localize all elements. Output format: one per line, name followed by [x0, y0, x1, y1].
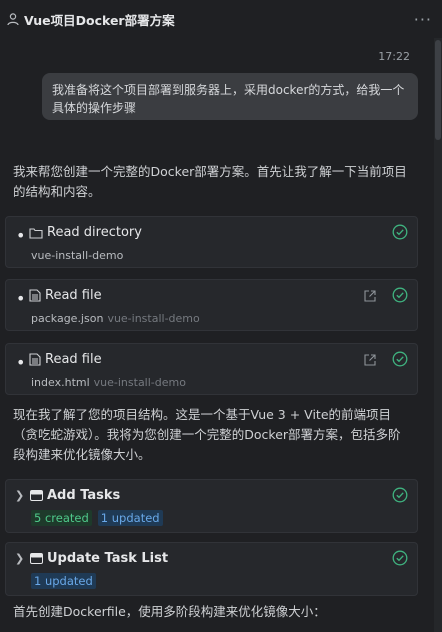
check-circle-icon — [392, 550, 408, 566]
more-options-button[interactable]: ··· — [414, 10, 432, 29]
tool-file: package.json — [31, 312, 104, 325]
scrollbar-thumb[interactable] — [435, 40, 441, 140]
tool-label: Read directory — [47, 225, 142, 240]
check-circle-icon — [392, 487, 408, 503]
bullet: • — [16, 226, 26, 245]
task-label: Add Tasks — [47, 488, 121, 503]
file-icon — [29, 289, 41, 302]
tool-target: index.html vue-install-demo — [31, 376, 186, 389]
chevron-right-icon[interactable]: ❯ — [15, 552, 24, 565]
tasks-icon — [30, 490, 43, 501]
tool-dir: vue-install-demo — [93, 376, 186, 389]
task-badges: 5 created 1 updated — [31, 510, 163, 526]
tool-label: Read file — [45, 352, 102, 367]
assistant-footer: 首先创建Dockerfile，使用多阶段构建来优化镜像大小： — [13, 604, 326, 619]
folder-icon — [29, 227, 43, 239]
open-external-icon[interactable] — [363, 353, 377, 367]
conversation-title: Vue项目Docker部署方案 — [24, 12, 175, 28]
created-badge: 5 created — [31, 510, 92, 526]
chevron-right-icon[interactable]: ❯ — [15, 489, 24, 502]
assistant-intro: 我来帮您创建一个完整的Docker部署方案。首先让我了解一下当前项目的结构和内容… — [13, 164, 407, 199]
tool-dir: vue-install-demo — [107, 312, 200, 325]
tool-label: Read file — [45, 288, 102, 303]
file-icon — [29, 353, 41, 366]
user-message: 我准备将这个项目部署到服务器上，采用docker的方式，给我一个具体的操作步骤 — [42, 73, 418, 120]
tool-file: index.html — [31, 376, 90, 389]
bullet: • — [16, 289, 26, 308]
check-circle-icon — [392, 351, 408, 367]
assistant-summary: 现在我了解了您的项目结构。这是一个基于Vue 3 + Vite的前端项目（贪吃蛇… — [13, 407, 401, 462]
task-badges: 1 updated — [31, 573, 96, 589]
chat-header: Vue项目Docker部署方案 ··· — [0, 0, 442, 38]
task-list-icon — [30, 553, 43, 564]
tool-card-read-file-package[interactable]: • Read file package.json vue-install-demo — [5, 279, 418, 331]
task-card-add-tasks[interactable]: ❯ Add Tasks 5 created 1 updated — [5, 479, 418, 533]
user-icon — [7, 13, 19, 26]
tool-card-read-directory[interactable]: • Read directory vue-install-demo — [5, 216, 418, 268]
open-external-icon[interactable] — [363, 289, 377, 303]
task-label: Update Task List — [47, 551, 169, 566]
updated-badge: 1 updated — [97, 510, 163, 526]
tool-card-read-file-index[interactable]: • Read file index.html vue-install-demo — [5, 343, 418, 395]
task-card-update-task-list[interactable]: ❯ Update Task List 1 updated — [5, 542, 418, 596]
bullet: • — [16, 353, 26, 372]
message-time: 17:22 — [378, 50, 410, 63]
check-circle-icon — [392, 287, 408, 303]
tool-target: package.json vue-install-demo — [31, 312, 200, 325]
updated-badge: 1 updated — [31, 573, 96, 589]
check-circle-icon — [392, 224, 408, 240]
tool-target: vue-install-demo — [31, 249, 123, 262]
tool-file: vue-install-demo — [31, 249, 124, 262]
